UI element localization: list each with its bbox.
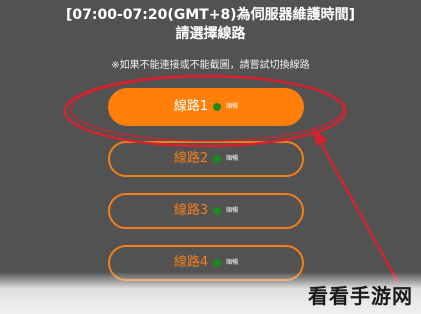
route-label: 線路1 xyxy=(173,99,209,114)
status-dot-icon xyxy=(213,155,222,163)
status-dot-icon xyxy=(213,207,222,215)
route-status: 順暢 xyxy=(226,155,239,162)
route-status: 順暢 xyxy=(226,103,239,110)
annotation-arrow-shaft xyxy=(316,137,400,283)
page-title: 請選擇線路 xyxy=(175,26,246,42)
watermark-logo: 看看手游网 xyxy=(308,284,413,308)
route-selection-screen: [07:00-07:20(GMT+8)為伺服器維護時間] 請選擇線路 ※如果不能… xyxy=(0,0,421,314)
route-label: 線路2 xyxy=(173,151,209,166)
route-label: 線路3 xyxy=(173,203,209,218)
status-dot-icon xyxy=(213,259,222,267)
status-dot-icon xyxy=(213,103,222,111)
switch-route-hint: ※如果不能連接或不能截圖，請嘗試切換線路 xyxy=(111,60,310,71)
route-status: 順暢 xyxy=(226,207,239,214)
maintenance-notice: [07:00-07:20(GMT+8)為伺服器維護時間] xyxy=(66,7,355,23)
route-3-button[interactable]: 線路3 順暢 xyxy=(108,193,304,229)
route-label: 線路4 xyxy=(173,255,209,270)
route-status: 順暢 xyxy=(226,259,239,266)
arrow-head-icon xyxy=(313,128,328,146)
route-2-button[interactable]: 線路2 順暢 xyxy=(108,141,304,177)
route-1-button[interactable]: 線路1 順暢 xyxy=(108,88,304,126)
